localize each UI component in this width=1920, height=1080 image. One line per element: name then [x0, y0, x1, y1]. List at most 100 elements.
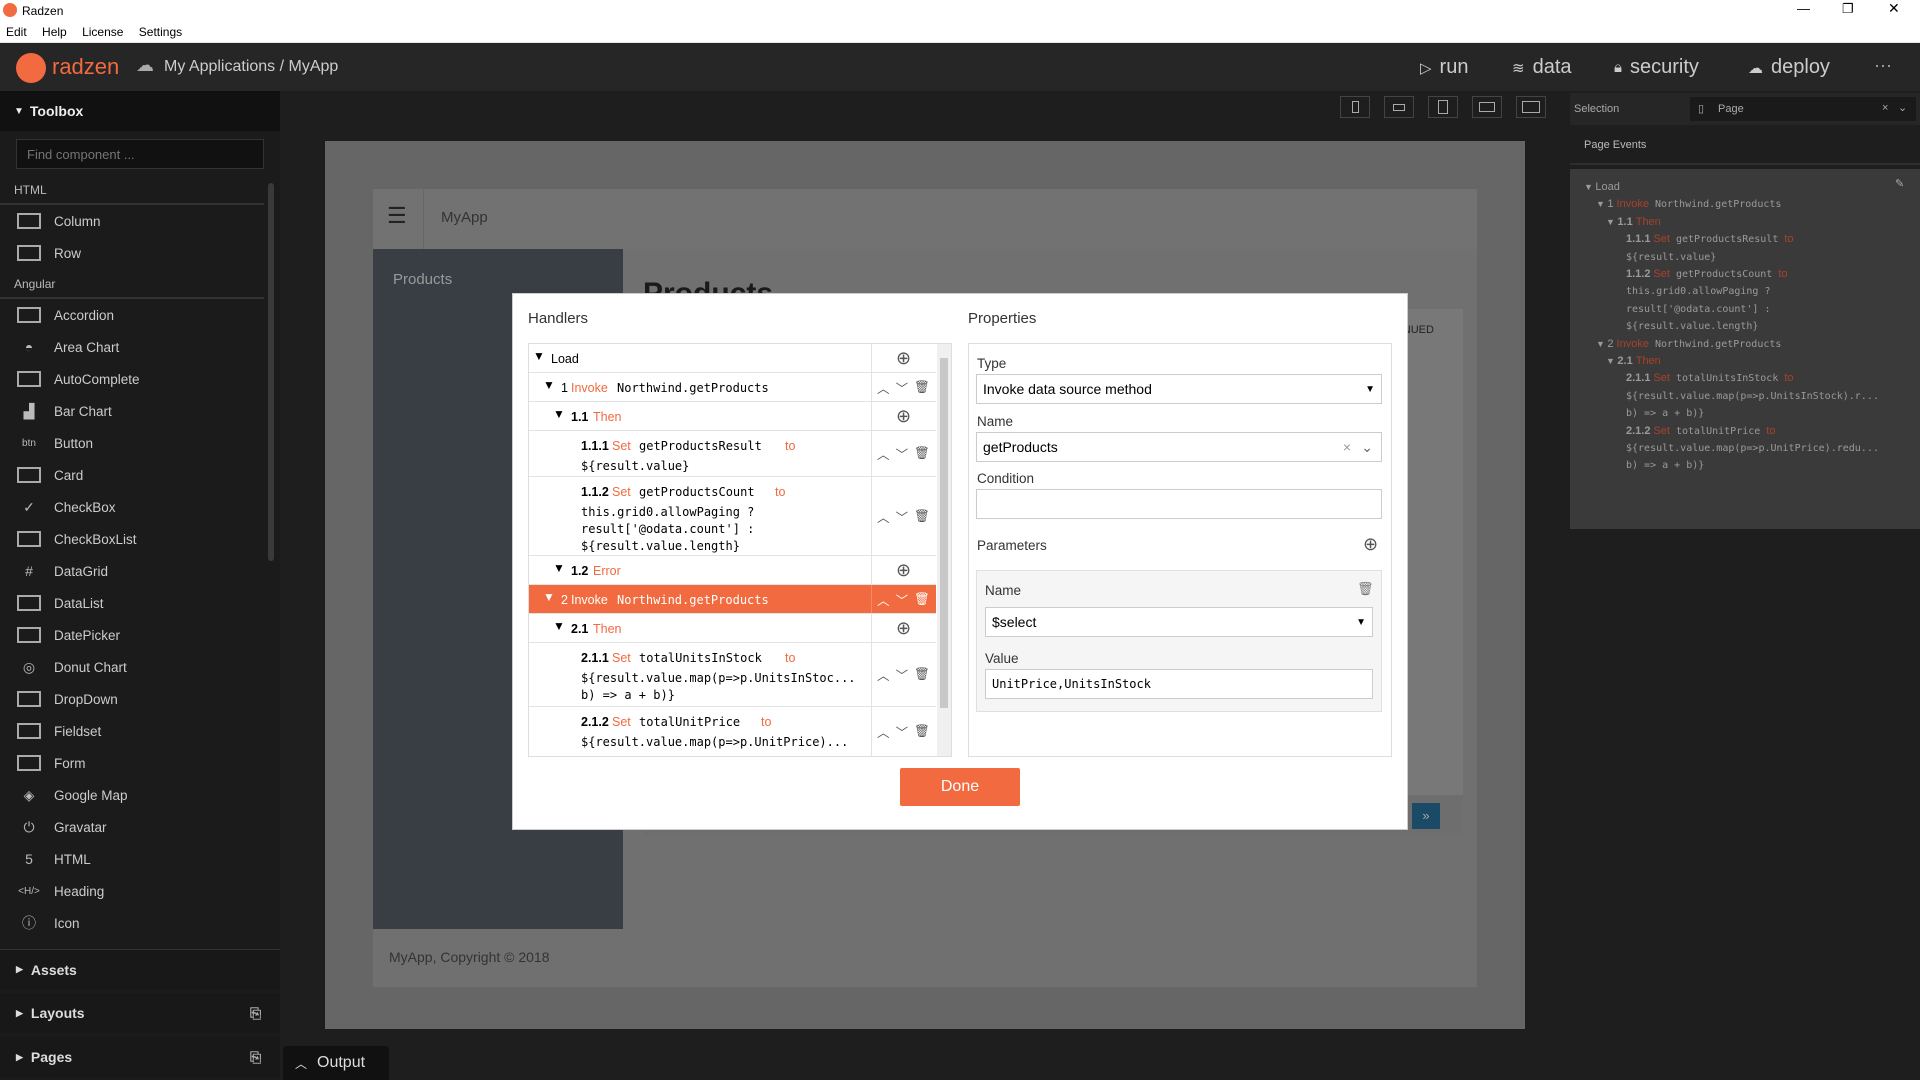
toolbox-item-bar-chart[interactable]: ▟ Bar Chart [0, 395, 280, 427]
toolbox-item-button[interactable]: btn Button [0, 427, 280, 459]
pager-last-icon[interactable]: » [1412, 803, 1440, 829]
move-up-icon[interactable]: ︿ [877, 378, 890, 397]
condition-input[interactable] [976, 489, 1382, 519]
event-tree-row[interactable]: this.grid0.allowPaging ? [1570, 285, 1910, 297]
find-component-input[interactable] [16, 139, 264, 169]
chevron-down-icon[interactable]: ⌄ [1898, 101, 1907, 114]
delete-icon[interactable]: 🗑︎ [914, 667, 930, 682]
toolbox-item-dropdown[interactable]: DropDown [0, 683, 280, 715]
move-down-icon[interactable]: ﹀ [896, 378, 909, 397]
layouts-section[interactable]: ▶ Layouts ⎘ [0, 993, 280, 1033]
toolbox-item-autocomplete[interactable]: AutoComplete [0, 363, 280, 395]
phone-landscape-icon[interactable] [1384, 96, 1414, 118]
output-tab[interactable]: ︿ Output [283, 1046, 389, 1080]
app-menu-products[interactable]: Products [393, 271, 452, 288]
event-tree-row[interactable]: 2.1.1 Set totalUnitsInStock to [1570, 372, 1910, 384]
move-up-icon[interactable]: ︿ [877, 590, 890, 609]
type-select[interactable]: Invoke data source method ▼ [976, 374, 1382, 404]
event-tree-row[interactable]: 1.1.1 Set getProductsResult to [1570, 233, 1910, 245]
menu-license[interactable]: License [82, 25, 123, 39]
event-tree-row[interactable]: ${result.value.map(p=>p.UnitsInStock).r.… [1570, 390, 1910, 402]
event-tree-row[interactable]: b) => a + b)} [1570, 407, 1910, 419]
move-up-icon[interactable]: ︿ [877, 444, 890, 463]
add-handler-icon[interactable]: ⊕ [896, 618, 911, 639]
new-layout-icon[interactable]: ⎘ [250, 1005, 261, 1022]
toolbox-item-datepicker[interactable]: DatePicker [0, 619, 280, 651]
toolbox-item-area-chart[interactable]: ◓ Area Chart [0, 331, 280, 363]
move-up-icon[interactable]: ︿ [877, 507, 890, 526]
more-icon[interactable]: ··· [1874, 55, 1892, 76]
toolbox-item-datalist[interactable]: DataList [0, 587, 280, 619]
delete-icon[interactable]: 🗑︎ [914, 724, 930, 739]
delete-parameter-icon[interactable]: 🗑︎ [1357, 581, 1374, 597]
minimize-icon[interactable]: — [1797, 1, 1810, 16]
toolbox-item-datagrid[interactable]: # DataGrid [0, 555, 280, 587]
clear-icon[interactable]: × [1343, 439, 1351, 455]
toolbox-item-column[interactable]: Column [0, 205, 280, 237]
move-down-icon[interactable]: ﹀ [896, 444, 909, 463]
toolbox-item-donut-chart[interactable]: ◎ Donut Chart [0, 651, 280, 683]
event-tree-row[interactable]: 2.1.2 Set totalUnitPrice to [1570, 425, 1910, 437]
toolbox-item-html[interactable]: 5 HTML [0, 843, 280, 875]
delete-icon[interactable]: 🗑︎ [914, 509, 930, 524]
done-button[interactable]: Done [900, 768, 1020, 806]
handler-2-1[interactable]: ▼ 2.1 Then ⊕ [529, 614, 936, 643]
move-down-icon[interactable]: ﹀ [896, 590, 909, 609]
menu-settings[interactable]: Settings [139, 25, 182, 39]
name-select[interactable]: getProducts × ⌄ [976, 432, 1382, 462]
clear-icon[interactable]: × [1882, 102, 1888, 114]
event-tree-row[interactable]: ${result.value} [1570, 251, 1910, 263]
toolbox-header[interactable]: ▼ Toolbox [0, 91, 280, 131]
event-tree-row[interactable]: ${result.value.map(p=>p.UnitPrice).redu.… [1570, 442, 1910, 454]
toolbox-item-accordion[interactable]: Accordion [0, 299, 280, 331]
add-handler-icon[interactable]: ⊕ [896, 348, 911, 369]
move-down-icon[interactable]: ﹀ [896, 722, 909, 741]
handler-1-1[interactable]: ▼ 1.1 Then ⊕ [529, 402, 936, 431]
toolbox-item-card[interactable]: Card [0, 459, 280, 491]
restore-icon[interactable]: ❐ [1842, 1, 1854, 17]
handlers-scrollbar[interactable] [937, 344, 951, 756]
phone-portrait-icon[interactable] [1340, 96, 1370, 118]
param-value-input[interactable]: UnitPrice,UnitsInStock [985, 669, 1373, 699]
toolbox-item-form[interactable]: Form [0, 747, 280, 779]
close-icon[interactable]: ✕ [1888, 0, 1900, 17]
handler-1-2[interactable]: ▼ 1.2 Error ⊕ [529, 556, 936, 585]
event-tree-row[interactable]: ▼ 2 Invoke Northwind.getProducts [1570, 338, 1910, 350]
move-up-icon[interactable]: ︿ [877, 665, 890, 684]
event-tree-row[interactable]: ▼ 1 Invoke Northwind.getProducts [1570, 198, 1910, 210]
toolbox-item-gravatar[interactable]: ⏻ Gravatar [0, 811, 280, 843]
hamburger-icon[interactable]: ☰ [387, 203, 407, 229]
move-up-icon[interactable]: ︿ [877, 722, 890, 741]
param-name-select[interactable]: $select ▼ [985, 607, 1373, 637]
assets-section[interactable]: ▶ Assets [0, 949, 280, 989]
add-handler-icon[interactable]: ⊕ [896, 560, 911, 581]
data-button[interactable]: ≋ data [1512, 56, 1572, 79]
desktop-icon[interactable] [1516, 96, 1546, 118]
new-page-icon[interactable]: ⎘ [250, 1049, 261, 1066]
tablet-landscape-icon[interactable] [1472, 96, 1502, 118]
event-tree-row[interactable]: ▼ 1.1 Then [1570, 216, 1910, 228]
handler-2-1-1[interactable]: 2.1.1 Set totalUnitsInStock to ${result.… [529, 643, 936, 707]
delete-icon[interactable]: 🗑︎ [914, 380, 930, 395]
handler-1-1-2[interactable]: 1.1.2 Set getProductsCount to this.grid0… [529, 477, 936, 556]
toolbox-item-icon[interactable]: ⓘ Icon [0, 907, 280, 939]
pages-section[interactable]: ▶ Pages ⎘ [0, 1037, 280, 1077]
menu-edit[interactable]: Edit [6, 25, 27, 39]
toolbox-item-heading[interactable]: <H/> Heading [0, 875, 280, 907]
page-events-tab[interactable]: Page Events [1584, 139, 1646, 151]
delete-icon[interactable]: 🗑︎ [914, 446, 930, 461]
toolbox-item-fieldset[interactable]: Fieldset [0, 715, 280, 747]
radzen-logo-icon[interactable] [16, 53, 46, 83]
add-parameter-icon[interactable]: ⊕ [1363, 534, 1378, 555]
menu-help[interactable]: Help [42, 25, 67, 39]
add-handler-icon[interactable]: ⊕ [896, 406, 911, 427]
handler-2-selected[interactable]: ▼ 2 Invoke Northwind.getProducts ︿ ﹀ 🗑︎ [529, 585, 936, 614]
handler-1[interactable]: ▼ 1 Invoke Northwind.getProducts ︿ ﹀ 🗑︎ [529, 373, 936, 402]
toolbox-item-checkbox[interactable]: ✓ CheckBox [0, 491, 280, 523]
toolbox-item-google-map[interactable]: ◈ Google Map [0, 779, 280, 811]
security-button[interactable]: 🔒︎ security [1614, 56, 1699, 79]
event-tree-row[interactable]: ▼ 2.1 Then [1570, 355, 1910, 367]
event-tree-row[interactable]: ${result.value.length} [1570, 320, 1910, 332]
event-tree-row[interactable]: 1.1.2 Set getProductsCount to [1570, 268, 1910, 280]
handler-1-1-1[interactable]: 1.1.1 Set getProductsResult to ${result.… [529, 431, 936, 477]
